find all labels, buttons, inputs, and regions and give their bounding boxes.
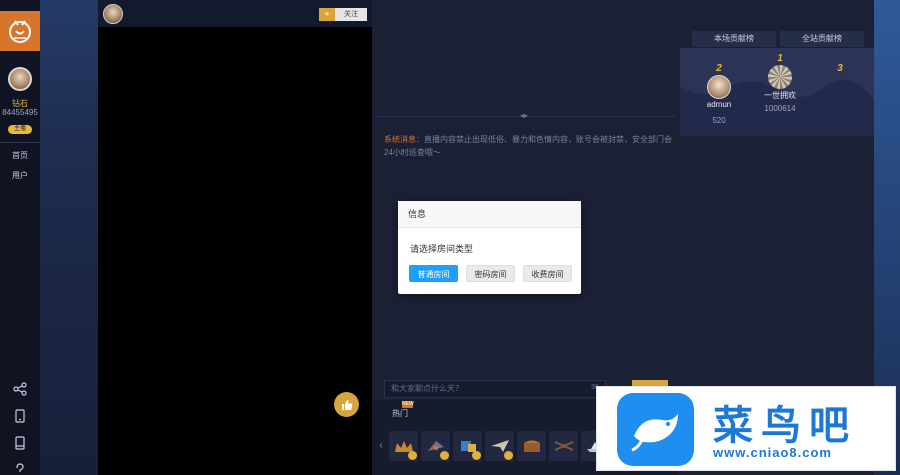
- follow-button[interactable]: + 关注: [319, 8, 367, 21]
- follow-label: 关注: [335, 8, 367, 21]
- follow-plus: +: [319, 8, 335, 21]
- gift-item[interactable]: [485, 430, 514, 461]
- thumbs-up-icon: [341, 399, 352, 410]
- rank-number: 2: [716, 63, 722, 74]
- chest-icon: [523, 440, 540, 452]
- room-type-dialog: 信息 请选择房间类型 普通房间 密码房间 收费房间: [398, 201, 581, 294]
- paid-room-button[interactable]: 收费房间: [523, 265, 572, 282]
- tab-hot-gifts[interactable]: 热门: [392, 408, 408, 419]
- dragonfly-icon: [554, 440, 573, 451]
- password-room-button[interactable]: 密码房间: [466, 265, 515, 282]
- bird-logo-icon: [617, 393, 694, 466]
- sidebar: 钻石 84455495 主播 首页 用户: [0, 0, 40, 475]
- ranking-entry-1[interactable]: 1 一世拥欢 1000614: [760, 53, 800, 113]
- mobile-icon[interactable]: [12, 435, 28, 451]
- chat-toggle-icon[interactable]: ◂▸: [520, 111, 528, 120]
- rank-name: admun: [706, 100, 732, 109]
- rank-avatar: [707, 75, 731, 99]
- gift-prev-icon[interactable]: ‹: [376, 440, 386, 451]
- chat-input[interactable]: 和大家聊点什么天？: [384, 380, 606, 398]
- system-message: 系统消息：直播内容禁止出现低俗、暴力和色情内容，账号会被封禁，安全部门会24小时…: [384, 133, 680, 159]
- coin-icon: [472, 450, 481, 460]
- watermark-url: www.cniao8.com: [713, 445, 832, 460]
- system-message-text: 直播内容禁止出现低俗、暴力和色情内容，账号会被封禁，安全部门会24小时巡查哦～: [384, 135, 672, 157]
- rank-name: 一世拥欢: [764, 91, 796, 100]
- rank-avatar: [768, 65, 792, 89]
- sidebar-divider: [0, 142, 40, 143]
- dialog-message: 请选择房间类型: [410, 244, 474, 254]
- hot-tab-badge: NEW: [402, 401, 414, 408]
- tab-session-ranking[interactable]: 本场贡献榜: [692, 31, 776, 47]
- coin-icon: [408, 450, 417, 460]
- normal-room-button[interactable]: 普通房间: [409, 265, 458, 282]
- gift-item[interactable]: [517, 430, 546, 461]
- video-player[interactable]: + 关注: [98, 0, 372, 475]
- tv-logo-icon: [9, 20, 31, 43]
- user-badge[interactable]: 主播: [8, 125, 32, 134]
- help-icon[interactable]: [12, 462, 28, 475]
- gift-item[interactable]: [549, 430, 578, 461]
- watermark-brand: 菜鸟吧: [713, 402, 857, 449]
- left-backdrop: [40, 0, 98, 475]
- dialog-title: 信息: [398, 201, 581, 228]
- rank-number: 1: [777, 53, 783, 64]
- user-coins: 84455495: [2, 108, 38, 117]
- ranking-panel: 2 admun 520 1 一世拥欢 1000614 3: [680, 48, 874, 136]
- coin-icon: [440, 450, 449, 460]
- dialog-buttons: 普通房间 密码房间 收费房间: [398, 265, 581, 282]
- rank-score: 1000614: [764, 104, 796, 113]
- host-avatar[interactable]: [103, 4, 123, 24]
- tablet-icon[interactable]: [12, 408, 28, 424]
- sidebar-item-home[interactable]: 首页: [0, 150, 40, 161]
- watermark-banner: 菜鸟吧 www.cniao8.com: [596, 386, 896, 471]
- like-button[interactable]: [334, 392, 359, 417]
- ranking-entry-2[interactable]: 2 admun 520: [704, 63, 734, 125]
- tab-site-ranking[interactable]: 全站贡献榜: [780, 31, 864, 47]
- ranking-entry-3[interactable]: 3: [830, 63, 850, 74]
- gift-item[interactable]: [421, 430, 450, 461]
- ranking-tabs: 本场贡献榜 全站贡献榜: [692, 31, 864, 47]
- system-message-tag: 系统消息：: [384, 135, 424, 144]
- app-logo[interactable]: [0, 11, 40, 51]
- coin-icon: [504, 450, 513, 460]
- rank-number: 3: [837, 63, 843, 74]
- rank-score: 520: [712, 116, 726, 125]
- share-icon[interactable]: [12, 381, 28, 397]
- user-avatar[interactable]: [8, 67, 32, 91]
- gift-item[interactable]: [389, 430, 418, 461]
- gift-item[interactable]: [453, 430, 482, 461]
- sidebar-item-users[interactable]: 用户: [0, 170, 40, 181]
